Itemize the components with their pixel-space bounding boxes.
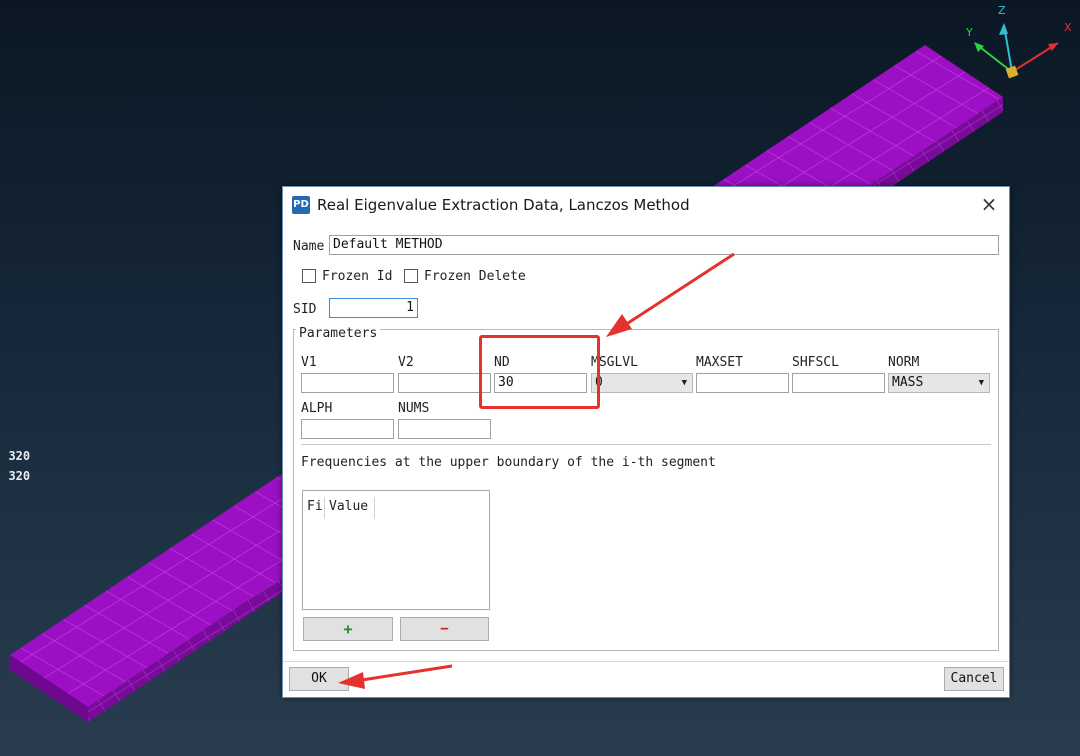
annotation-overlay <box>338 252 735 689</box>
arrow-to-ok-icon <box>338 672 365 689</box>
arrow-to-nd-icon <box>606 314 632 337</box>
